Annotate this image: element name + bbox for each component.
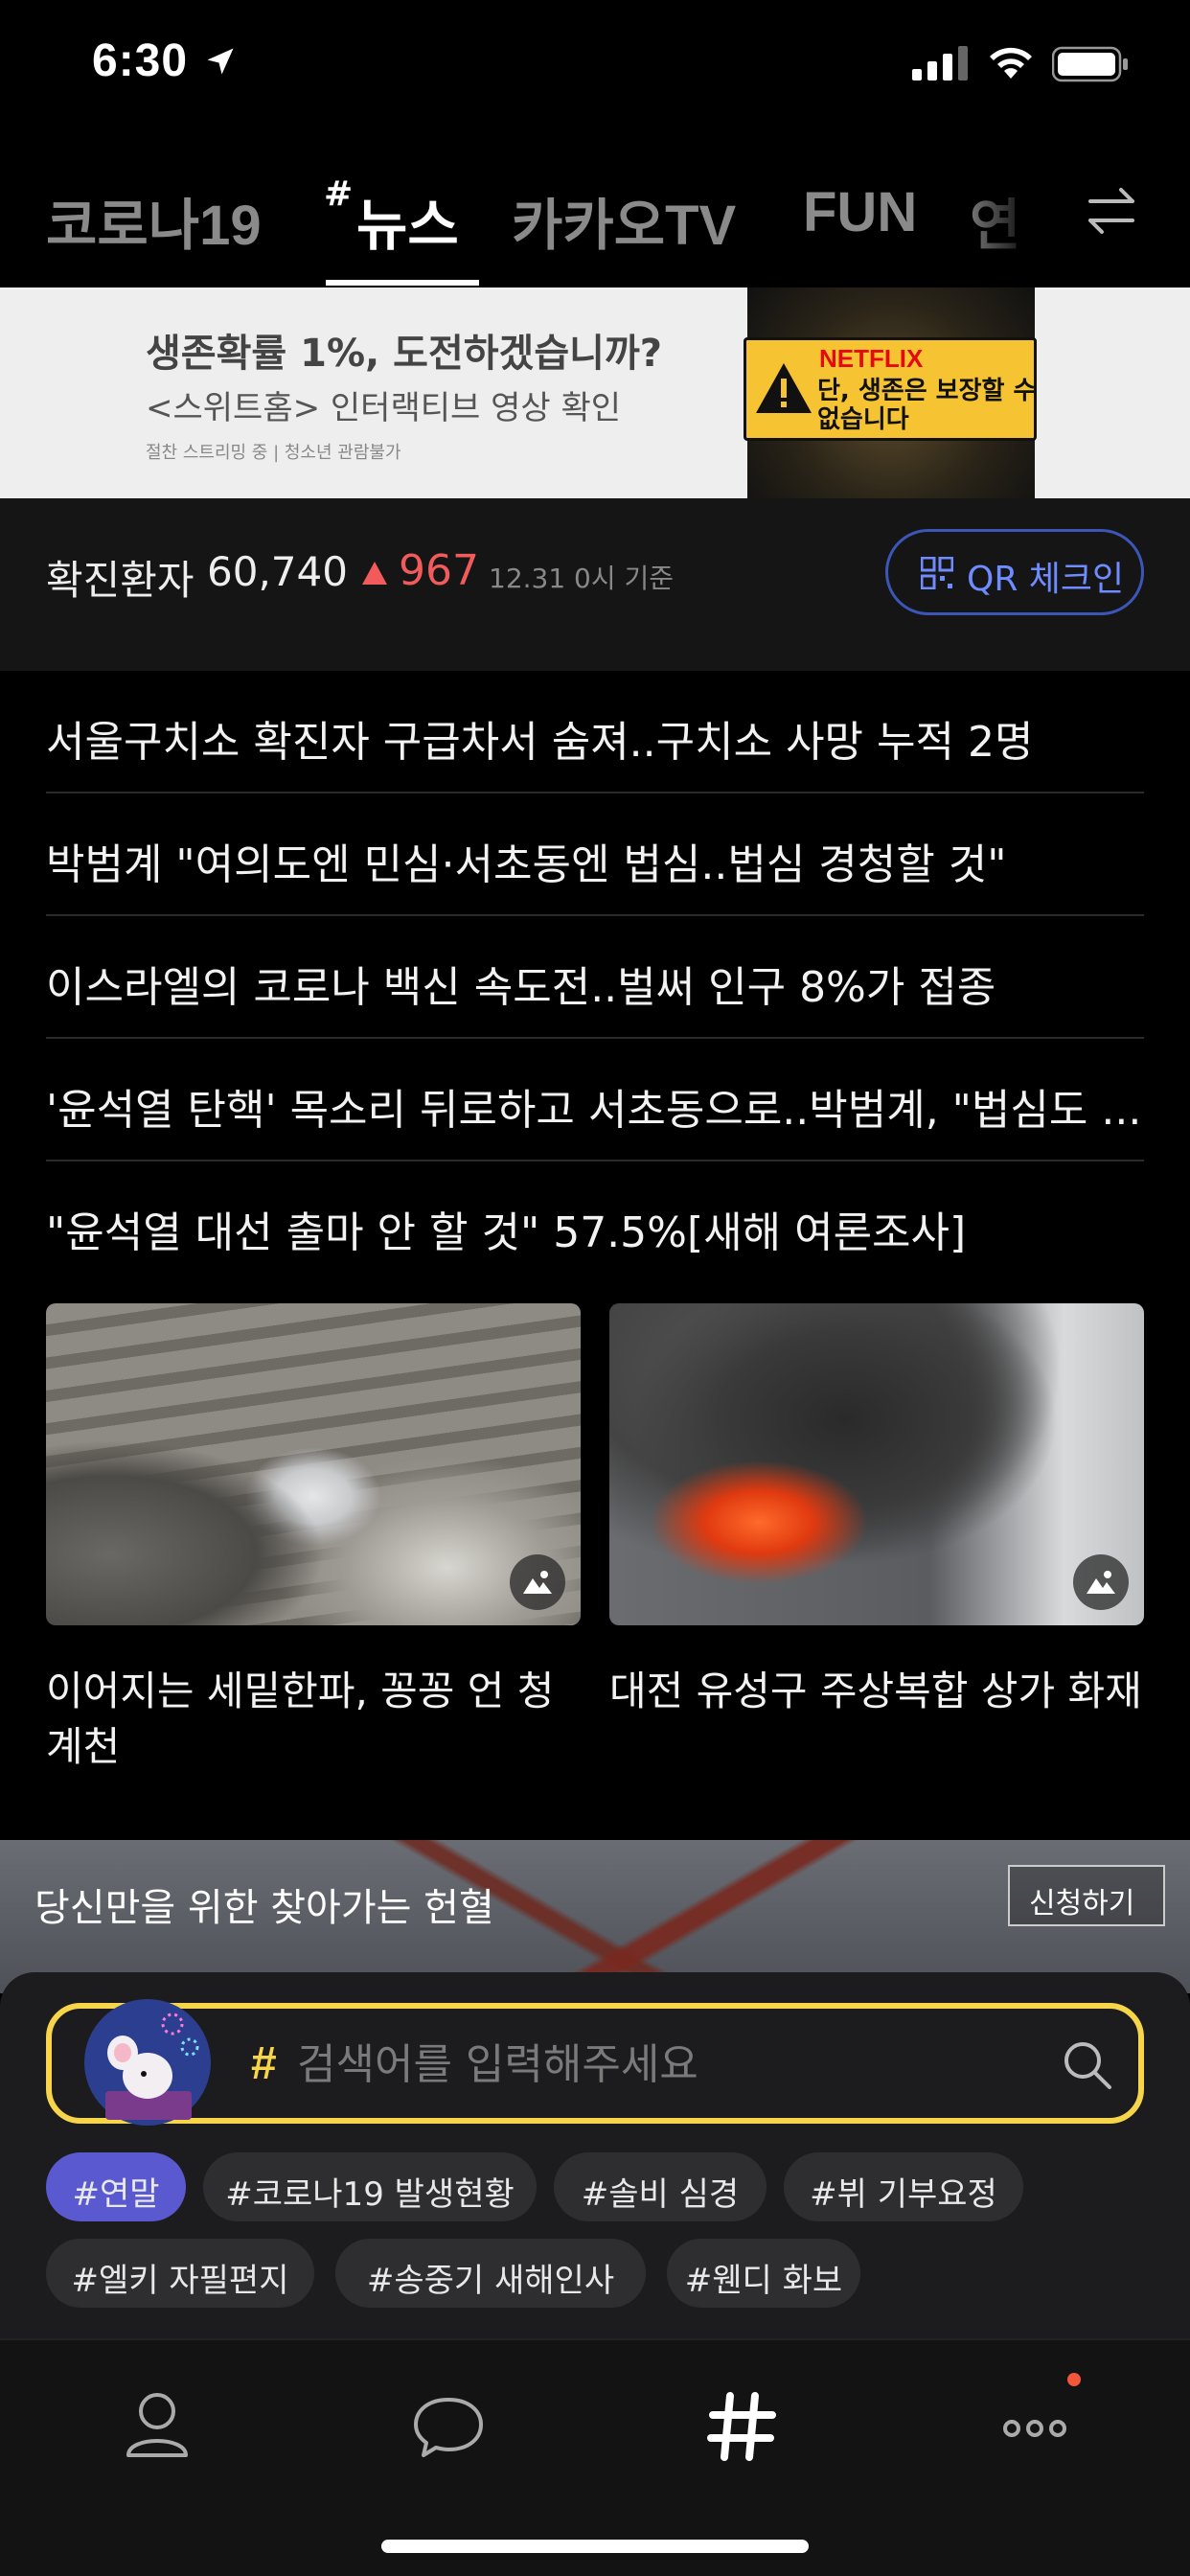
news-item[interactable]: '윤석열 탄핵' 목소리 뒤로하고 서초동으로..박범계, "법심도 ... bbox=[46, 1039, 1144, 1162]
nav-chats[interactable] bbox=[400, 2379, 496, 2474]
battery-icon bbox=[1052, 46, 1128, 82]
news-headline: "윤석열 대선 출마 안 할 것" 57.5%[새해 여론조사] bbox=[46, 1208, 967, 1257]
news-photo bbox=[609, 1303, 1144, 1625]
qr-checkin-button[interactable]: QR 체크인 bbox=[885, 529, 1144, 615]
news-item[interactable]: "윤석열 대선 출마 안 할 것" 57.5%[새해 여론조사] bbox=[46, 1162, 1144, 1284]
mouse-mascot-icon bbox=[84, 1999, 211, 2126]
ad-banner[interactable]: 생존확률 1%, 도전하겠습니까? <스위트홈> 인터랙티브 영상 확인 절찬 … bbox=[0, 288, 1190, 498]
location-arrow-icon bbox=[207, 48, 234, 75]
news-headline: 이스라엘의 코로나 백신 속도전..벌써 인구 8%가 접종 bbox=[46, 963, 996, 1012]
home-indicator[interactable] bbox=[381, 2540, 809, 2553]
bottom-nav bbox=[0, 2338, 1190, 2576]
swap-arrows-icon[interactable] bbox=[1083, 182, 1140, 240]
ad-subline: <스위트홈> 인터랙티브 영상 확인 bbox=[146, 389, 622, 427]
news-photo bbox=[46, 1303, 581, 1625]
wifi-icon bbox=[990, 47, 1032, 79]
covid-count: 60,740 bbox=[207, 548, 348, 595]
person-icon bbox=[126, 2393, 188, 2457]
hashtag-label: #엘키 자필편지 bbox=[71, 2262, 289, 2300]
covid-label: 확진환자 bbox=[46, 557, 195, 604]
search-input[interactable] bbox=[297, 2036, 1025, 2093]
nav-hash[interactable] bbox=[694, 2379, 790, 2474]
news-headline: 서울구치소 확진자 구급차서 숨져..구치소 사망 누적 2명 bbox=[46, 718, 1034, 767]
covid-delta: 967 bbox=[399, 546, 479, 595]
news-item[interactable]: 이스라엘의 코로나 백신 속도전..벌써 인구 8%가 접종 bbox=[46, 916, 1144, 1039]
more-icon bbox=[1003, 2420, 1066, 2437]
qr-checkin-label: QR 체크인 bbox=[967, 560, 1125, 599]
ad-badge-text: 단, 생존은 보장할 수 없습니다 bbox=[817, 377, 1037, 434]
hashtag-label: #뷔 기부요정 bbox=[810, 2175, 997, 2214]
tab-kakaotv[interactable]: 카카오TV bbox=[512, 180, 736, 261]
donation-text: 당신만을 위한 찾아가는 헌혈 bbox=[34, 1886, 494, 1930]
search-box[interactable]: # bbox=[46, 1999, 1144, 2126]
hashtag-chip[interactable]: #코로나19 발생현황 bbox=[203, 2152, 537, 2221]
nav-more[interactable] bbox=[987, 2379, 1083, 2474]
ad-badge: NETFLIX 단, 생존은 보장할 수 없습니다 bbox=[744, 337, 1037, 441]
cellular-signal-icon bbox=[912, 46, 968, 80]
notification-dot bbox=[1067, 2373, 1081, 2386]
status-bar: 6:30 bbox=[0, 0, 1190, 134]
hashtag-label: #연말 bbox=[72, 2175, 160, 2214]
covid-status-bar[interactable]: 확진환자 60,740 967 12.31 0시 기준 QR 체크인 bbox=[0, 498, 1190, 671]
hashtag-label: #솔비 심경 bbox=[581, 2175, 740, 2214]
qr-code-icon bbox=[921, 557, 953, 589]
gallery-icon bbox=[510, 1554, 565, 1610]
active-tab-underline bbox=[326, 280, 479, 286]
hashtag-chip[interactable]: #뷔 기부요정 bbox=[784, 2152, 1023, 2221]
news-item[interactable]: 서울구치소 확진자 구급차서 숨져..구치소 사망 누적 2명 bbox=[46, 671, 1144, 794]
status-time: 6:30 bbox=[92, 35, 189, 86]
search-panel: # #연말 #코로나19 발생현황 #솔비 심경 #뷔 기부요정 #엘키 자필편… bbox=[0, 1972, 1190, 2338]
tab-news-hash: # bbox=[324, 174, 354, 214]
hashtag-label: #코로나19 발생현황 bbox=[225, 2175, 515, 2214]
ad-headline: 생존확률 1%, 도전하겠습니까? bbox=[146, 332, 662, 376]
hashtag-label: #웬디 화보 bbox=[684, 2262, 843, 2300]
tab-news[interactable]: 뉴스 bbox=[356, 180, 459, 261]
news-list: 서울구치소 확진자 구급차서 숨져..구치소 사망 누적 2명 박범계 "여의도… bbox=[0, 671, 1190, 1815]
category-tabs: 코로나19 # 뉴스 카카오TV FUN 연 bbox=[0, 134, 1190, 288]
news-headline: '윤석열 탄핵' 목소리 뒤로하고 서초동으로..박범계, "법심도 ... bbox=[46, 1086, 1142, 1135]
covid-date: 12.31 0시 기준 bbox=[489, 563, 675, 594]
photo-caption: 이어지는 세밑한파, 꽁꽁 언 청계천 bbox=[46, 1668, 555, 1770]
increase-triangle-icon bbox=[362, 562, 387, 585]
news-item[interactable]: 박범계 "여의도엔 민심·서초동엔 법심..법심 경청할 것" bbox=[46, 794, 1144, 916]
ad-fineprint: 절찬 스트리밍 중 | 청소년 관람불가 bbox=[146, 443, 401, 463]
news-headline: 박범계 "여의도엔 민심·서초동엔 법심..법심 경청할 것" bbox=[46, 840, 1007, 889]
hashtag-chip[interactable]: #연말 bbox=[46, 2152, 186, 2221]
chat-bubble-icon bbox=[414, 2398, 483, 2457]
hashtag-label: #송중기 새해인사 bbox=[366, 2262, 615, 2300]
gallery-icon bbox=[1073, 1554, 1129, 1610]
photo-caption: 대전 유성구 주상복합 상가 화재 bbox=[609, 1668, 1142, 1714]
netflix-logo: NETFLIX bbox=[819, 344, 924, 373]
tab-fade bbox=[958, 163, 1054, 259]
warning-icon bbox=[756, 363, 812, 413]
apply-button-label: 신청하기 bbox=[1029, 1887, 1135, 1920]
search-hash-mark: # bbox=[251, 2038, 277, 2089]
nav-friends[interactable] bbox=[109, 2379, 205, 2474]
hashtag-chip[interactable]: #엘키 자필편지 bbox=[46, 2239, 314, 2308]
tab-covid19[interactable]: 코로나19 bbox=[46, 180, 262, 261]
tab-fun[interactable]: FUN bbox=[803, 180, 917, 244]
hashtag-chip[interactable]: #송중기 새해인사 bbox=[335, 2239, 646, 2308]
hash-icon bbox=[707, 2392, 776, 2461]
hashtag-chip[interactable]: #웬디 화보 bbox=[667, 2239, 860, 2308]
donation-banner[interactable]: 당신만을 위한 찾아가는 헌혈 신청하기 bbox=[0, 1840, 1190, 1993]
hashtag-chip[interactable]: #솔비 심경 bbox=[554, 2152, 767, 2221]
search-icon[interactable] bbox=[1060, 2037, 1115, 2093]
apply-button[interactable]: 신청하기 bbox=[1008, 1865, 1165, 1926]
